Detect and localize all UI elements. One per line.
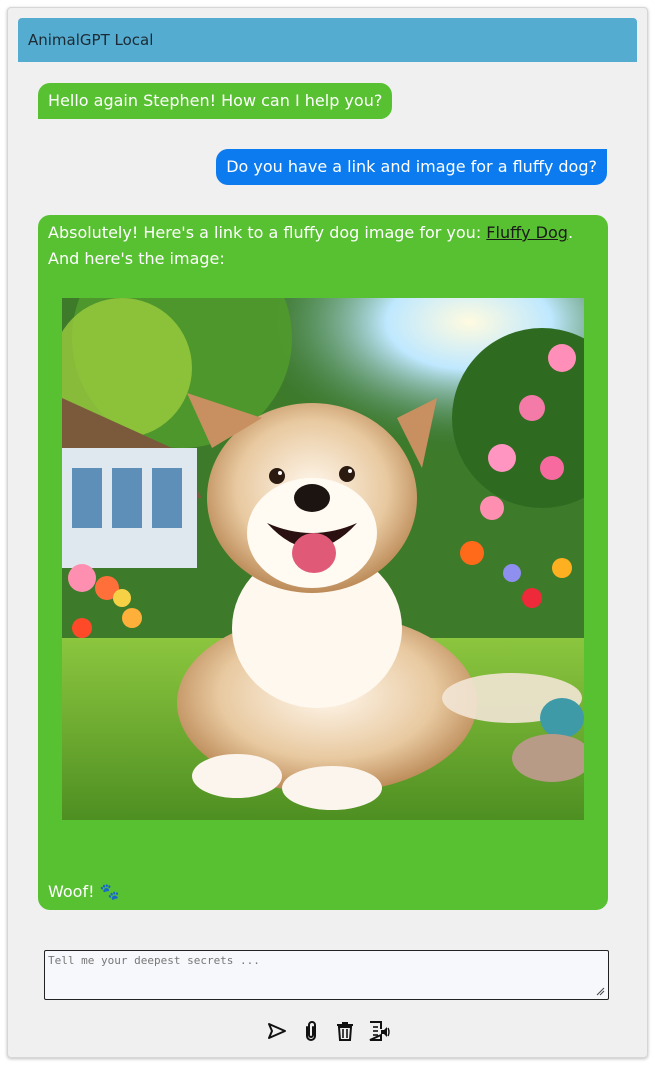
fluffy-dog-image[interactable] — [62, 298, 584, 820]
trash-icon — [336, 1022, 353, 1041]
reply-closing: Woof! 🐾 — [48, 882, 120, 901]
fluffy-dog-link[interactable]: Fluffy Dog — [486, 223, 568, 242]
attach-icon — [305, 1021, 316, 1041]
bot-message-text: Hello again Stephen! How can I help you? — [48, 91, 383, 110]
send-button[interactable] — [265, 1019, 289, 1043]
bot-message-reply: Absolutely! Here's a link to a fluffy do… — [38, 215, 608, 910]
reply-intro-text: Absolutely! Here's a link to a fluffy do… — [48, 223, 487, 242]
dog-illustration — [62, 298, 584, 820]
chat-window: AnimalGPT Local Hello again Stephen! How… — [7, 7, 648, 1058]
app-header: AnimalGPT Local — [18, 18, 637, 62]
reply-image-intro: And here's the image: — [48, 249, 225, 268]
read-aloud-icon — [369, 1021, 390, 1041]
clear-chat-button[interactable] — [333, 1019, 357, 1043]
app-title: AnimalGPT Local — [28, 31, 154, 49]
user-message-text: Do you have a link and image for a fluff… — [226, 157, 597, 176]
message-input[interactable] — [44, 950, 609, 1000]
reply-line-1: Absolutely! Here's a link to a fluffy do… — [48, 220, 598, 246]
user-message: Do you have a link and image for a fluff… — [216, 149, 607, 185]
resize-grip-icon[interactable] — [595, 986, 605, 996]
composer-toolbar — [8, 1017, 647, 1045]
send-icon — [267, 1023, 286, 1039]
read-aloud-button[interactable] — [367, 1019, 391, 1043]
attach-button[interactable] — [299, 1019, 323, 1043]
bot-message-greeting: Hello again Stephen! How can I help you? — [38, 83, 393, 119]
reply-period: . — [567, 223, 574, 242]
